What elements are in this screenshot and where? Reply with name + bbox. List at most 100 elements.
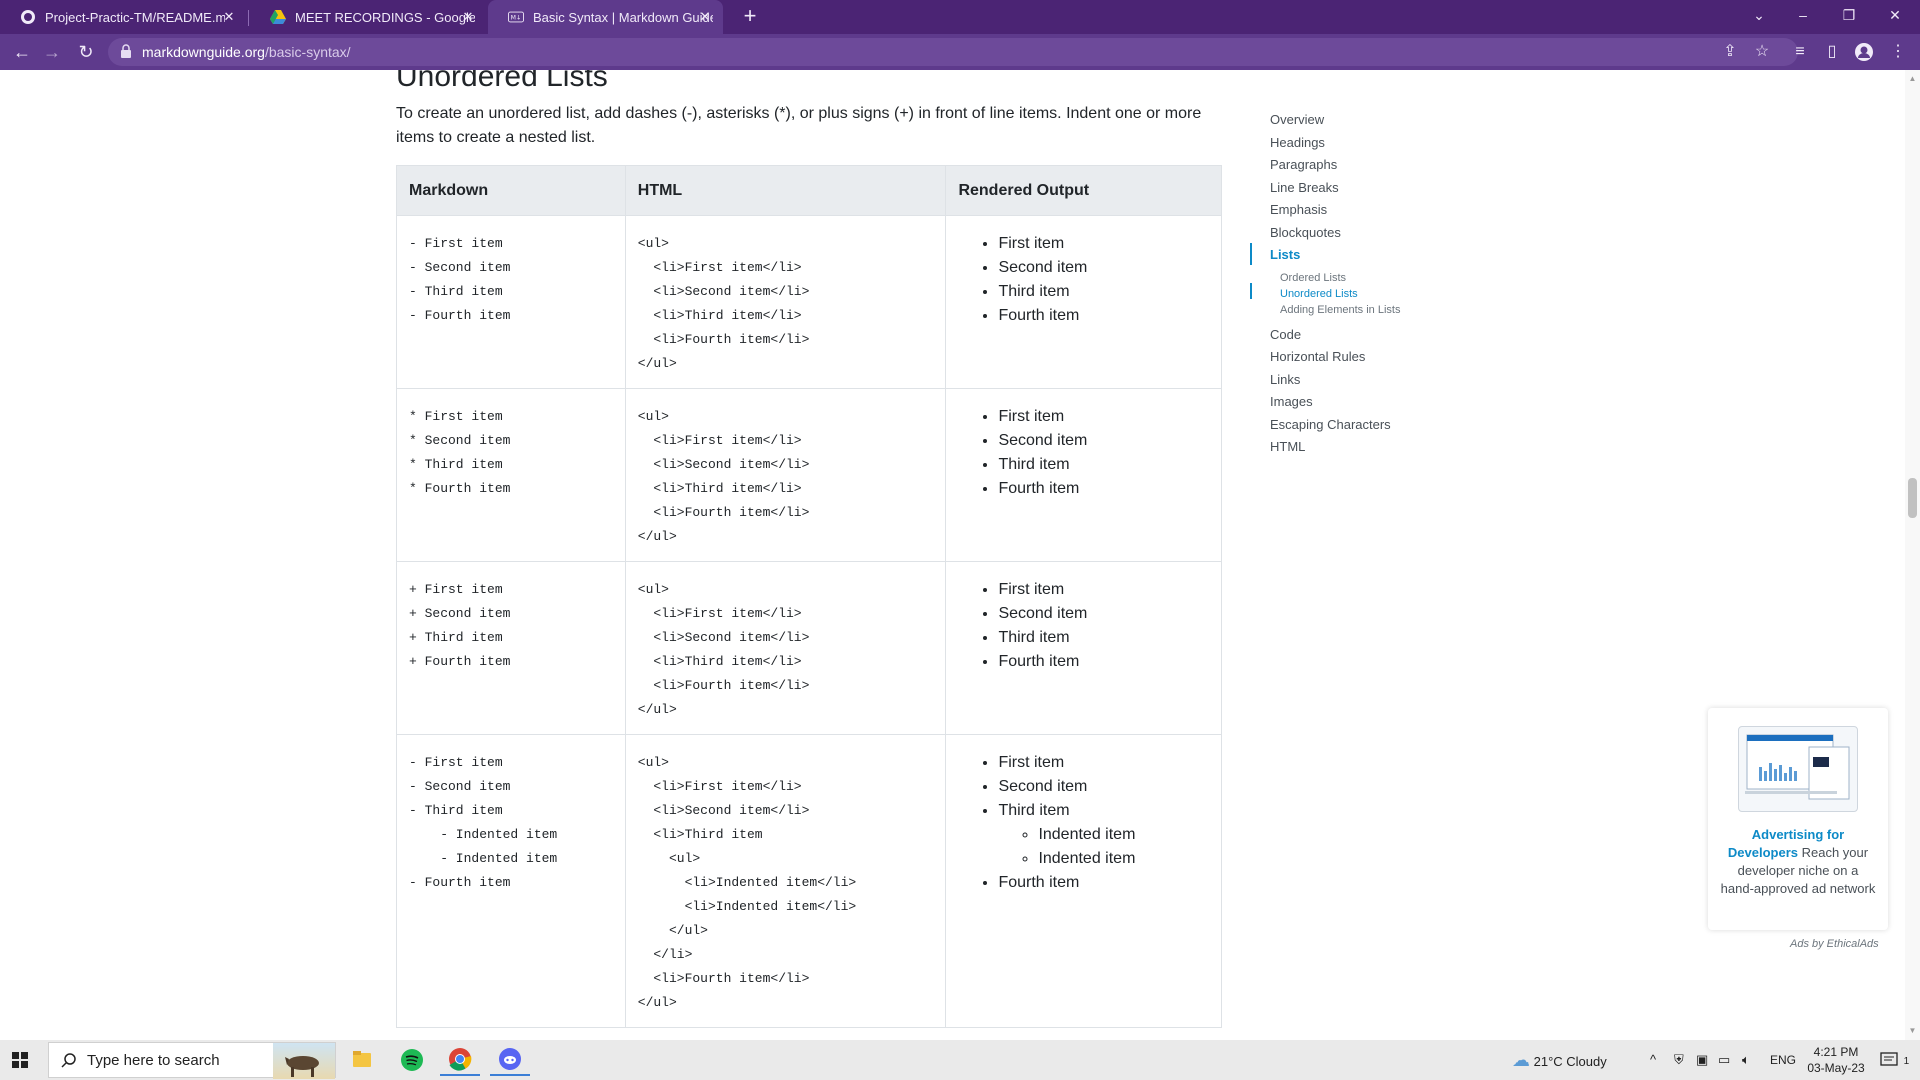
url-path: /basic-syntax/ <box>264 44 351 60</box>
bookmark-star-icon[interactable]: ☆ <box>1750 40 1774 64</box>
tab-search-chevron-icon[interactable]: ⌄ <box>1736 0 1782 30</box>
forward-button[interactable]: → <box>40 40 64 64</box>
minimize-button[interactable]: – <box>1780 0 1826 30</box>
new-tab-button[interactable]: + <box>738 5 762 29</box>
tab-github-readme[interactable]: Project-Practic-TM/README.md ✕ <box>0 0 247 34</box>
language-indicator[interactable]: ENG <box>1770 1040 1796 1080</box>
rendered-list: First item Second item Third item Indent… <box>958 751 1209 895</box>
toc-link-headings[interactable]: Headings <box>1270 135 1325 150</box>
section-heading: Unordered Lists <box>396 70 608 93</box>
toc-link-escaping[interactable]: Escaping Characters <box>1270 417 1391 432</box>
toc-link-line-breaks[interactable]: Line Breaks <box>1270 180 1339 195</box>
tab-title: Basic Syntax | Markdown Guide <box>533 9 713 25</box>
table-header-row: Markdown HTML Rendered Output <box>396 165 1222 216</box>
notification-count: 1 <box>1903 1056 1910 1067</box>
toc-link-images[interactable]: Images <box>1270 394 1313 409</box>
scroll-down-arrow-icon[interactable]: ▼ <box>1908 1026 1917 1036</box>
html-cell: <ul> <li>First item</li> <li>Second item… <box>624 215 947 389</box>
markdown-cell: - First item - Second item - Third item … <box>396 215 626 389</box>
toc-link-adding-elements[interactable]: Adding Elements in Lists <box>1280 304 1400 316</box>
rendered-cell: First item Second item Third item Fourth… <box>945 561 1222 735</box>
windows-taskbar: Type here to search ☁ 21°C Cloudy ^ ⛨ ▣ … <box>0 1040 1920 1080</box>
github-icon <box>20 9 36 25</box>
browser-tab-strip: Project-Practic-TM/README.md ✕ MEET RECO… <box>0 0 1920 34</box>
volume-icon[interactable]: 🔈︎ <box>1742 1040 1750 1080</box>
scroll-up-arrow-icon[interactable]: ▲ <box>1908 74 1917 84</box>
rendered-cell: First item Second item Third item Fourth… <box>945 388 1222 562</box>
list-item: First item <box>998 578 1209 602</box>
show-hidden-icons-chevron[interactable]: ^ <box>1650 1040 1656 1080</box>
table-row: - First item - Second item - Third item … <box>396 215 1222 389</box>
tab-google-drive[interactable]: MEET RECORDINGS - Google Dri ✕ <box>250 0 486 34</box>
profile-avatar-icon[interactable] <box>1852 40 1876 64</box>
toc-link-html[interactable]: HTML <box>1270 439 1305 454</box>
address-bar[interactable]: markdownguide.org/basic-syntax/ <box>108 38 1798 66</box>
list-item: Third item Indented item Indented item <box>998 799 1209 871</box>
toc-link-unordered-lists[interactable]: Unordered Lists <box>1280 288 1358 300</box>
toc-link-emphasis[interactable]: Emphasis <box>1270 202 1327 217</box>
html-cell: <ul> <li>First item</li> <li>Second item… <box>624 734 947 1028</box>
clock-date: 03-May-23 <box>1807 1061 1865 1075</box>
lock-icon <box>121 44 131 58</box>
rendered-cell: First item Second item Third item Indent… <box>945 734 1222 1028</box>
discord-icon[interactable] <box>490 1044 530 1076</box>
spotify-icon[interactable] <box>392 1044 432 1076</box>
toc-active-indicator <box>1250 283 1252 299</box>
toc-link-overview[interactable]: Overview <box>1270 112 1324 127</box>
url-text: markdownguide.org/basic-syntax/ <box>142 44 351 60</box>
list-item: Third item <box>998 453 1209 477</box>
toc-link-lists[interactable]: Lists <box>1270 247 1300 262</box>
camera-icon[interactable]: ▣ <box>1696 1040 1708 1080</box>
close-tab-icon[interactable]: ✕ <box>221 9 237 25</box>
notification-center-icon[interactable]: 1 <box>1880 1040 1909 1080</box>
list-item: Fourth item <box>998 871 1209 895</box>
list-item: Third item <box>998 280 1209 304</box>
chrome-taskbar-icon[interactable] <box>440 1044 480 1076</box>
restore-button[interactable]: ❐ <box>1826 0 1872 30</box>
tab-title: Project-Practic-TM/README.md <box>45 9 225 25</box>
file-explorer-icon[interactable] <box>342 1044 382 1076</box>
page-content: Unordered Lists To create an unordered l… <box>0 70 1920 1040</box>
nested-list-item: Indented item <box>1038 847 1209 871</box>
page-scrollbar[interactable]: ▲ ▼ <box>1905 70 1920 1040</box>
tab-divider <box>248 10 249 26</box>
security-shield-icon[interactable]: ⛨ <box>1674 1040 1684 1080</box>
ad-credit[interactable]: Ads by EthicalAds <box>1790 938 1879 950</box>
column-header: Rendered Output <box>945 165 1222 216</box>
taskbar-clock[interactable]: 4:21 PM 03-May-23 <box>1800 1044 1872 1076</box>
ethical-ad-card[interactable]: Advertising for Developers Reach your de… <box>1708 708 1888 930</box>
close-tab-icon[interactable]: ✕ <box>460 9 476 25</box>
list-item: First item <box>998 232 1209 256</box>
close-window-button[interactable]: ✕ <box>1872 0 1918 30</box>
close-tab-icon[interactable]: ✕ <box>697 9 713 25</box>
toc-link-horizontal-rules[interactable]: Horizontal Rules <box>1270 349 1365 364</box>
toc-link-links[interactable]: Links <box>1270 372 1300 387</box>
reload-button[interactable]: ↻ <box>74 40 98 64</box>
media-controls-icon[interactable]: ≡ <box>1788 40 1812 64</box>
network-icon[interactable]: ▭ <box>1718 1040 1730 1080</box>
url-domain: markdownguide.org <box>142 44 265 60</box>
table-row: + First item + Second item + Third item … <box>396 561 1222 735</box>
list-item: Second item <box>998 775 1209 799</box>
weather-widget[interactable]: ☁ 21°C Cloudy <box>1512 1040 1607 1080</box>
toc-link-code[interactable]: Code <box>1270 327 1301 342</box>
browser-toolbar: ← → ↻ markdownguide.org/basic-syntax/ ⇪ … <box>0 34 1920 70</box>
ad-thumbnail-image <box>1738 726 1858 812</box>
tab-markdown-guide[interactable]: M↓ Basic Syntax | Markdown Guide ✕ <box>488 0 723 34</box>
chrome-menu-icon[interactable]: ⋮ <box>1886 40 1910 64</box>
side-panel-icon[interactable]: ▯ <box>1820 40 1844 64</box>
toc-link-blockquotes[interactable]: Blockquotes <box>1270 225 1341 240</box>
taskbar-search-box[interactable]: Type here to search <box>48 1042 336 1079</box>
cloud-icon: ☁ <box>1512 1050 1530 1070</box>
toc-link-paragraphs[interactable]: Paragraphs <box>1270 157 1337 172</box>
rendered-list: First item Second item Third item Fourth… <box>958 578 1209 674</box>
scrollbar-thumb[interactable] <box>1908 478 1917 518</box>
toc-link-ordered-lists[interactable]: Ordered Lists <box>1280 272 1346 284</box>
table-row: * First item * Second item * Third item … <box>396 388 1222 562</box>
windows-start-icon[interactable] <box>12 1052 28 1068</box>
back-button[interactable]: ← <box>10 40 34 64</box>
share-icon[interactable]: ⇪ <box>1718 40 1742 64</box>
section-intro: To create an unordered list, add dashes … <box>396 105 1202 146</box>
weather-text: 21°C Cloudy <box>1533 1054 1607 1069</box>
rendered-cell: First item Second item Third item Fourth… <box>945 215 1222 389</box>
